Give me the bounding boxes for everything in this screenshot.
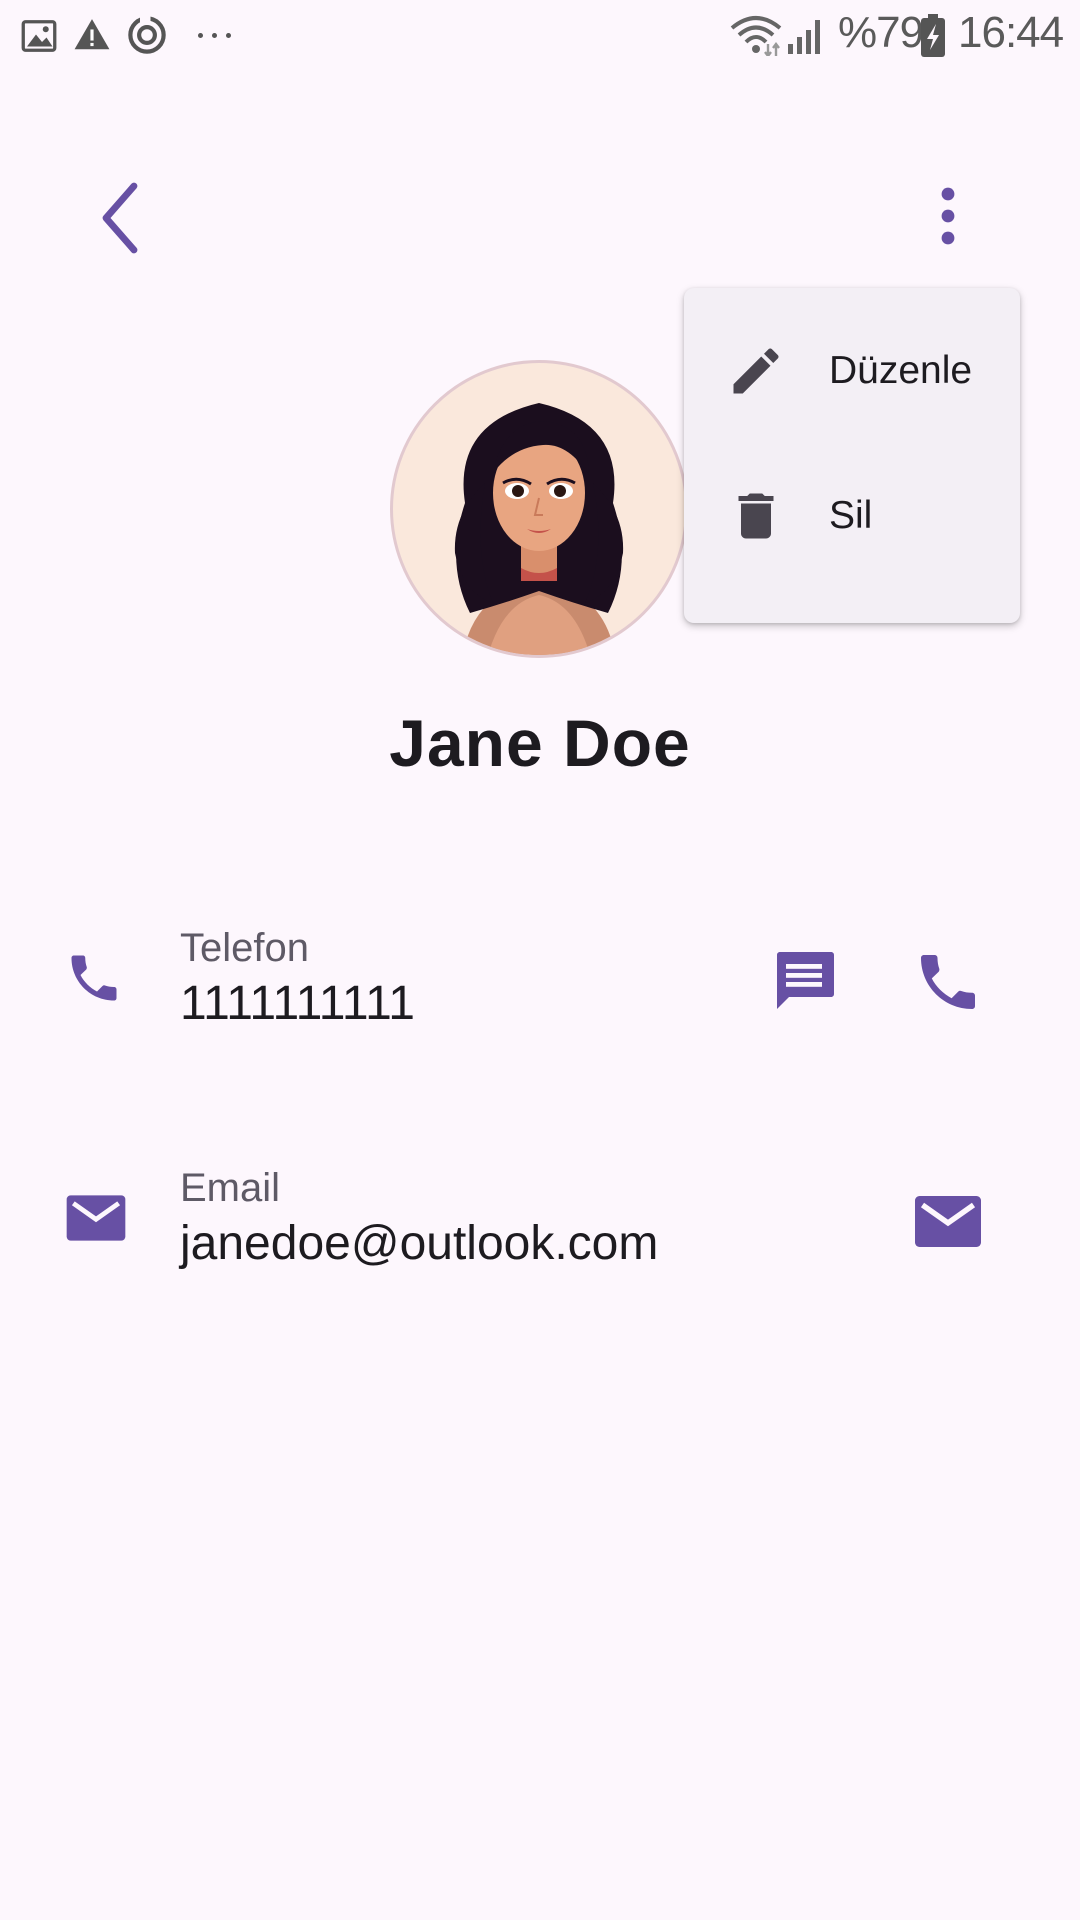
edit-icon [733,348,779,394]
clock: 16:44 [958,8,1064,57]
menu-item-edit[interactable]: Düzenle [684,311,1020,431]
more-vert-icon [941,187,955,245]
menu-item-delete-label: Sil [829,494,873,537]
battery-percent: %79 [838,8,924,57]
more-dots-icon [196,30,236,40]
sync-icon [128,14,166,54]
send-sms-button[interactable] [768,946,840,1018]
warning-icon [74,19,110,50]
send-email-icon [915,1196,981,1247]
menu-item-edit-label: Düzenle [829,349,973,392]
back-icon [102,182,138,254]
send-email-button[interactable] [912,1186,984,1258]
contact-name: Jane Doe [389,706,691,780]
email-label: Email [180,1166,281,1210]
phone-call-icon [921,955,975,1009]
wifi-icon [730,16,782,56]
menu-item-delete[interactable]: Sil [684,456,1020,576]
email-value: janedoe@outlook.com [180,1217,659,1270]
phone-value: 1111111111 [180,977,415,1030]
message-icon [777,952,834,1009]
more-options-button[interactable] [924,180,972,252]
status-bar: %79 16:44 [0,0,1080,72]
signal-icon [788,20,820,54]
delete-icon [738,493,774,539]
email-icon [66,1195,126,1241]
phone-icon [71,955,117,1001]
call-button[interactable] [912,946,984,1018]
avatar-illustration [454,403,624,655]
phone-row: Telefon 1111111111 [0,920,1080,1040]
battery-icon [921,14,945,57]
contact-avatar [390,360,688,658]
phone-label: Telefon [180,926,309,970]
back-button[interactable] [90,178,150,258]
overflow-menu: Düzenle Sil [684,288,1020,623]
email-row: Email janedoe@outlook.com [0,1160,1080,1280]
image-icon [21,20,57,52]
